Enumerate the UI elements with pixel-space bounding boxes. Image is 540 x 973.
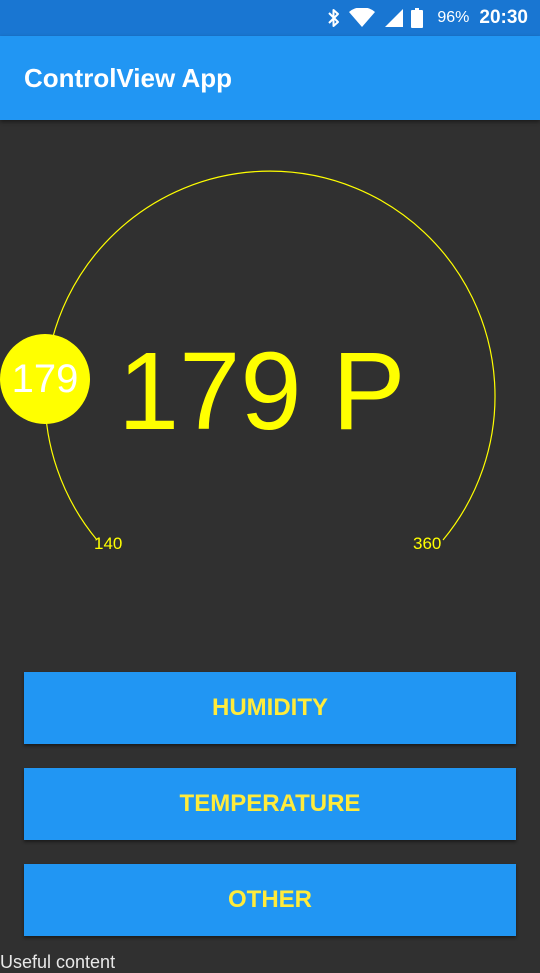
temperature-button-label: TEMPERATURE	[179, 790, 361, 817]
humidity-button-label: HUMIDITY	[212, 694, 328, 721]
gauge-value-display: 179 P	[118, 330, 406, 453]
gauge-min-label: 140	[94, 534, 123, 553]
gauge-knob-value: 179	[11, 356, 79, 401]
battery-icon	[411, 8, 424, 28]
status-icons: 96% 20:30	[327, 0, 528, 36]
wifi-icon	[349, 8, 376, 28]
footer-text: Useful content	[0, 952, 116, 972]
signal-icon	[383, 8, 404, 28]
status-bar: 96% 20:30	[0, 0, 540, 36]
other-button[interactable]: OTHER	[24, 864, 516, 936]
other-button-label: OTHER	[228, 886, 312, 913]
temperature-button[interactable]: TEMPERATURE	[24, 768, 516, 840]
humidity-button[interactable]: HUMIDITY	[24, 672, 516, 744]
app-title: ControlView App	[24, 63, 232, 93]
gauge-max-label: 360	[413, 534, 442, 553]
battery-percent: 96%	[437, 9, 470, 26]
app-bar: ControlView App	[0, 36, 540, 120]
gauge-knob[interactable]: 179	[0, 334, 90, 424]
bluetooth-icon	[327, 8, 341, 28]
status-clock: 20:30	[479, 7, 528, 28]
